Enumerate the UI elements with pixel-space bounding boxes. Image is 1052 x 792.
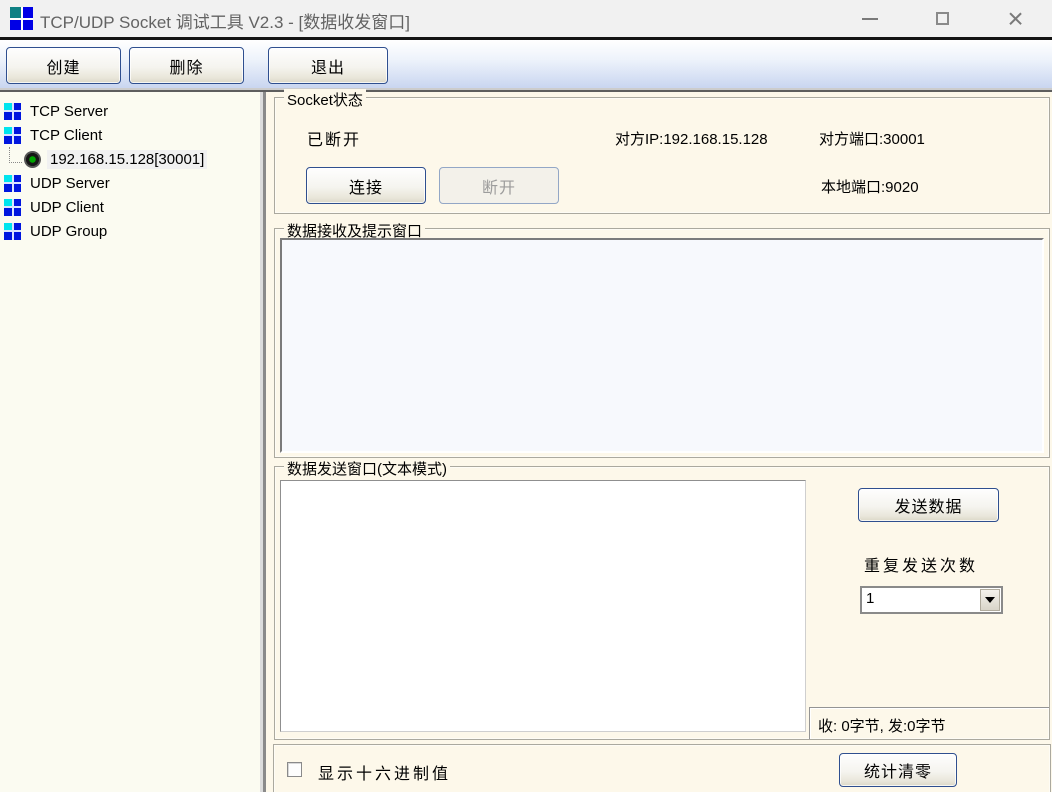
group-title: 数据发送窗口(文本模式) xyxy=(284,458,450,479)
delete-button[interactable]: 删除 xyxy=(129,47,244,84)
repeat-count-label: 重复发送次数 xyxy=(864,552,978,576)
tree-item-label: UDP Server xyxy=(27,174,113,193)
hex-display-checkbox[interactable] xyxy=(287,762,302,777)
socket-status-group: Socket状态 已断开 对方IP:192.168.15.128 对方端口:30… xyxy=(274,97,1050,214)
app-icon xyxy=(10,7,33,30)
local-port-label: 本地端口:9020 xyxy=(821,176,919,197)
minimize-icon xyxy=(862,18,878,20)
close-button[interactable]: × xyxy=(979,0,1052,37)
send-textarea[interactable] xyxy=(280,480,806,732)
receive-group: 数据接收及提示窗口 xyxy=(274,228,1050,458)
tree-item-label: 192.168.15.128[30001] xyxy=(47,150,207,169)
tree-item-label: TCP Server xyxy=(27,102,111,121)
main-panel: Socket状态 已断开 对方IP:192.168.15.128 对方端口:30… xyxy=(266,92,1052,792)
tree-item-udp-server[interactable]: UDP Server xyxy=(0,172,260,194)
app-icon-quadrant xyxy=(10,7,21,18)
tree-item-connection[interactable]: 192.168.15.128[30001] xyxy=(0,148,260,170)
peer-port-label: 对方端口:30001 xyxy=(819,128,925,149)
byte-stats-label: 收: 0字节, 发:0字节 xyxy=(809,707,1049,739)
tree-item-udp-client[interactable]: UDP Client xyxy=(0,196,260,218)
app-icon-quadrant xyxy=(10,20,21,31)
connect-button[interactable]: 连接 xyxy=(306,167,426,204)
app-icon-quadrant xyxy=(23,20,34,31)
receive-textarea[interactable] xyxy=(280,238,1044,453)
clear-stats-button[interactable]: 统计清零 xyxy=(839,753,957,787)
socket-type-icon xyxy=(4,175,21,192)
create-button[interactable]: 创建 xyxy=(6,47,121,84)
connection-status-label: 已断开 xyxy=(307,126,361,150)
connection-icon xyxy=(24,151,41,168)
close-icon: × xyxy=(1007,9,1023,29)
maximize-button[interactable] xyxy=(906,0,979,37)
group-title: Socket状态 xyxy=(284,89,366,110)
socket-type-icon xyxy=(4,223,21,240)
tree-item-label: UDP Client xyxy=(27,198,107,217)
combobox-dropdown-button[interactable] xyxy=(980,589,1000,611)
tree-item-label: UDP Group xyxy=(27,222,110,241)
hex-display-label: 显示十六进制值 xyxy=(318,760,451,784)
bottom-options-group: 显示十六进制值 统计清零 xyxy=(273,744,1051,792)
socket-tree: TCP Server TCP Client 192.168.15.128[300… xyxy=(0,92,260,792)
tree-item-tcp-client[interactable]: TCP Client xyxy=(0,124,260,146)
repeat-count-value: 1 xyxy=(866,590,874,607)
minimize-button[interactable] xyxy=(833,0,906,37)
disconnect-button[interactable]: 断开 xyxy=(439,167,559,204)
window-controls: × xyxy=(833,0,1052,37)
tree-item-tcp-server[interactable]: TCP Server xyxy=(0,100,260,122)
send-group: 数据发送窗口(文本模式) 发送数据 重复发送次数 1 收: 0字节, 发:0字节 xyxy=(274,466,1050,740)
chevron-down-icon xyxy=(985,597,995,603)
app-icon-quadrant xyxy=(23,7,34,18)
peer-ip-label: 对方IP:192.168.15.128 xyxy=(615,128,768,149)
socket-type-icon xyxy=(4,199,21,216)
tree-item-label: TCP Client xyxy=(27,126,105,145)
tree-connector xyxy=(9,147,22,163)
exit-button[interactable]: 退出 xyxy=(268,47,388,84)
socket-type-icon xyxy=(4,127,21,144)
window-title: TCP/UDP Socket 调试工具 V2.3 - [数据收发窗口] xyxy=(40,8,410,33)
tree-item-udp-group[interactable]: UDP Group xyxy=(0,220,260,242)
titlebar: TCP/UDP Socket 调试工具 V2.3 - [数据收发窗口] × xyxy=(0,0,1052,37)
repeat-count-combobox[interactable]: 1 xyxy=(860,586,1003,614)
toolbar: 创建 删除 退出 xyxy=(0,40,1052,88)
send-data-button[interactable]: 发送数据 xyxy=(858,488,999,522)
socket-type-icon xyxy=(4,103,21,120)
maximize-icon xyxy=(936,12,949,25)
